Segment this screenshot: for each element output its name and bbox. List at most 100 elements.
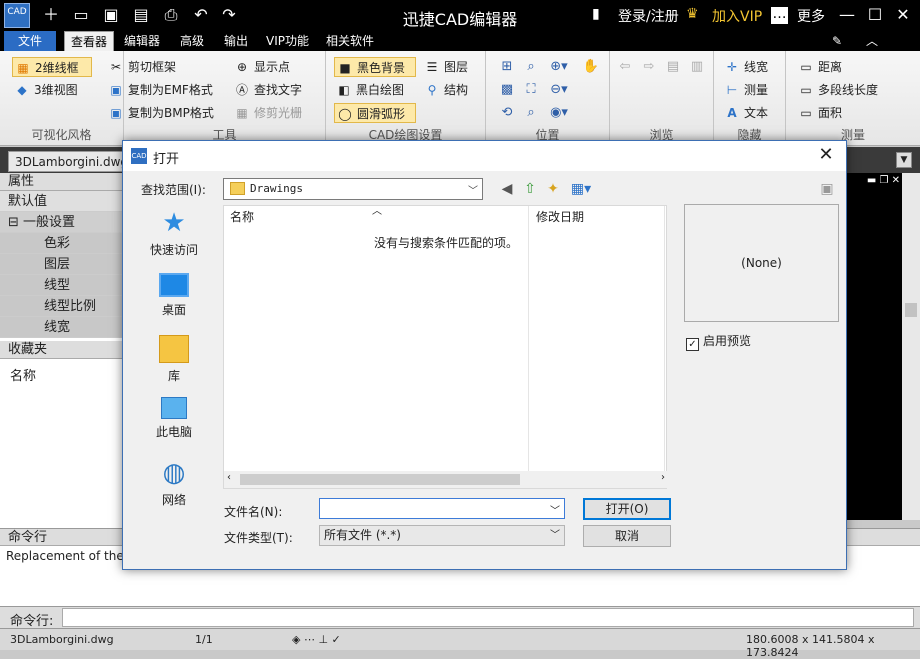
structure-button[interactable]: ⚲ 结构	[422, 80, 468, 100]
save-as-icon[interactable]: ▤	[130, 4, 152, 26]
show-points-button[interactable]: ⊕ 显示点	[232, 57, 290, 77]
zoom-out-icon[interactable]: ⊖▾	[548, 80, 570, 100]
zoom-extents-icon[interactable]: ⛶	[520, 80, 542, 100]
close-button[interactable]: ✕	[890, 3, 916, 27]
area-button[interactable]: ▭ 面积	[796, 103, 842, 123]
property-row[interactable]: 线宽	[0, 317, 126, 338]
cancel-button[interactable]: 取消	[583, 525, 671, 547]
properties-group[interactable]: ⊟ 一般设置	[0, 212, 126, 233]
vip-link[interactable]: 加入VIP	[712, 6, 762, 26]
line-width-button[interactable]: ✛ 线宽	[722, 57, 768, 77]
bmp-icon: ▣	[110, 106, 122, 120]
save-icon[interactable]: ▣	[100, 4, 122, 26]
up-folder-icon[interactable]: ⇧	[520, 179, 540, 199]
last-page-icon[interactable]: ▥	[686, 57, 708, 77]
black-background-button[interactable]: ■ 黑色背景	[334, 57, 416, 77]
place-network[interactable]: ◍ 网络	[129, 459, 219, 517]
command-input[interactable]	[62, 608, 914, 627]
scroll-thumb[interactable]	[240, 474, 520, 485]
orbit-icon[interactable]: ◉▾	[548, 103, 570, 123]
scroll-thumb[interactable]	[905, 303, 917, 317]
place-this-pc[interactable]: 此电脑	[129, 397, 219, 455]
horizontal-scrollbar[interactable]: ‹ ›	[224, 471, 668, 488]
maximize-button[interactable]: ☐	[862, 3, 888, 27]
smooth-arc-button[interactable]: ◯ 圆滑弧形	[334, 103, 416, 123]
new-icon[interactable]: ＋	[40, 4, 62, 26]
snap-icons[interactable]: ◈ ⋯ ⊥ ✓	[292, 633, 341, 646]
next-page-icon[interactable]: ⇨	[638, 57, 660, 77]
checkbox-check-icon[interactable]: ✓	[686, 338, 699, 351]
page-icon[interactable]: ▤	[662, 57, 684, 77]
distance-button[interactable]: ▭ 距离	[796, 57, 842, 77]
rotate-3d-icon[interactable]: ⟲	[496, 103, 518, 123]
file-list[interactable]: 名称 ︿ 修改日期 没有与搜索条件匹配的项。 ‹ ›	[223, 205, 668, 489]
find-text-button[interactable]: Ⓐ 查找文字	[232, 80, 302, 100]
tab-related[interactable]: 相关软件	[320, 31, 380, 51]
dialog-close-icon[interactable]: ✕	[814, 144, 838, 165]
layers-button[interactable]: ☰ 图层	[422, 57, 468, 77]
scroll-right-icon[interactable]: ›	[661, 472, 665, 483]
document-tab[interactable]: 3DLamborgini.dwg	[8, 151, 136, 172]
redo-icon[interactable]: ↷	[218, 4, 240, 26]
look-in-select[interactable]: Drawings ﹀	[223, 178, 483, 200]
copy-emf-button[interactable]: ▣ 复制为EMF格式	[106, 80, 213, 100]
property-row[interactable]: 线型	[0, 275, 126, 296]
drawing-canvas[interactable]: ▬ ❐ ✕	[846, 173, 902, 520]
polyline-length-button[interactable]: ▭ 多段线长度	[796, 80, 878, 100]
place-quick-access[interactable]: ★ 快速访问	[129, 209, 219, 267]
clip-frame-button[interactable]: ✂ 剪切框架	[106, 57, 176, 77]
more-link[interactable]: 更多	[797, 6, 825, 26]
properties-default[interactable]: 默认值	[0, 191, 126, 212]
brush-icon[interactable]: ✎	[826, 31, 848, 51]
scroll-left-icon[interactable]: ‹	[227, 472, 231, 483]
minimize-button[interactable]: —	[834, 3, 860, 27]
view-3d-button[interactable]: ◆ 3维视图	[12, 80, 77, 100]
copy-bmp-button[interactable]: ▣ 复制为BMP格式	[106, 103, 214, 123]
place-library[interactable]: 库	[129, 335, 219, 393]
open-folder-icon[interactable]: ▭	[70, 4, 92, 26]
login-link[interactable]: 登录/注册	[618, 6, 679, 26]
bw-drawing-button[interactable]: ◧ 黑白绘图	[334, 80, 404, 100]
wireframe-2d-button[interactable]: ▦ 2维线框	[12, 57, 92, 77]
chevron-down-icon[interactable]: ﹀	[550, 502, 560, 517]
user-icon[interactable]: ▮	[592, 6, 600, 22]
property-row[interactable]: 图层	[0, 254, 126, 275]
open-button[interactable]: 打开(O)	[583, 498, 671, 520]
canvas-window-controls[interactable]: ▬ ❐ ✕	[867, 175, 900, 186]
back-icon[interactable]: ◀	[497, 179, 517, 199]
first-page-icon[interactable]: ⇦	[614, 57, 636, 77]
undo-icon[interactable]: ↶	[190, 4, 212, 26]
print-icon[interactable]: ⎙	[160, 4, 182, 26]
zoom-in-icon[interactable]: ⊕▾	[548, 57, 570, 77]
tabs-dropdown-icon[interactable]: ▼	[896, 152, 912, 168]
tab-advanced[interactable]: 高级	[174, 31, 210, 51]
more-icon[interactable]: …	[771, 7, 788, 24]
enable-preview-checkbox[interactable]: ✓ 启用预览	[686, 332, 751, 351]
filetype-select[interactable]: 所有文件 (*.*) ﹀	[319, 525, 565, 546]
property-row[interactable]: 线型比例	[0, 296, 126, 317]
place-desktop[interactable]: 桌面	[129, 273, 219, 331]
new-folder-icon[interactable]: ✦	[543, 179, 563, 199]
zoom-rect-icon[interactable]: ⌕	[520, 57, 542, 77]
tab-file[interactable]: 文件	[4, 31, 56, 51]
fit-window-icon[interactable]: ⊞	[496, 57, 518, 77]
text-toggle-button[interactable]: A 文本	[722, 103, 768, 123]
tab-editor[interactable]: 编辑器	[118, 31, 166, 51]
view-menu-icon[interactable]: ▦▾	[567, 179, 595, 199]
tab-vip[interactable]: VIP功能	[260, 31, 315, 51]
trim-raster-button[interactable]: ▦ 修剪光栅	[232, 103, 302, 123]
tab-viewer[interactable]: 查看器	[64, 31, 115, 51]
collapse-icon[interactable]: ⊟	[8, 215, 19, 230]
filename-input[interactable]: ﹀	[319, 498, 565, 519]
tab-output[interactable]: 输出	[218, 31, 254, 51]
property-row[interactable]: 色彩	[0, 233, 126, 254]
fit-extents-icon[interactable]: ▩	[496, 80, 518, 100]
measure-toggle-button[interactable]: ⊢ 测量	[722, 80, 768, 100]
vertical-scrollbar[interactable]	[902, 173, 920, 520]
column-name[interactable]: 名称	[224, 206, 254, 228]
preview-toggle-icon[interactable]: ▣	[817, 179, 837, 199]
collapse-ribbon-icon[interactable]: ︿	[860, 31, 884, 51]
zoom-previous-icon[interactable]: ⌕	[520, 103, 542, 123]
pan-hand-icon[interactable]: ✋	[580, 57, 602, 77]
column-modified-date[interactable]: 修改日期	[530, 206, 584, 228]
